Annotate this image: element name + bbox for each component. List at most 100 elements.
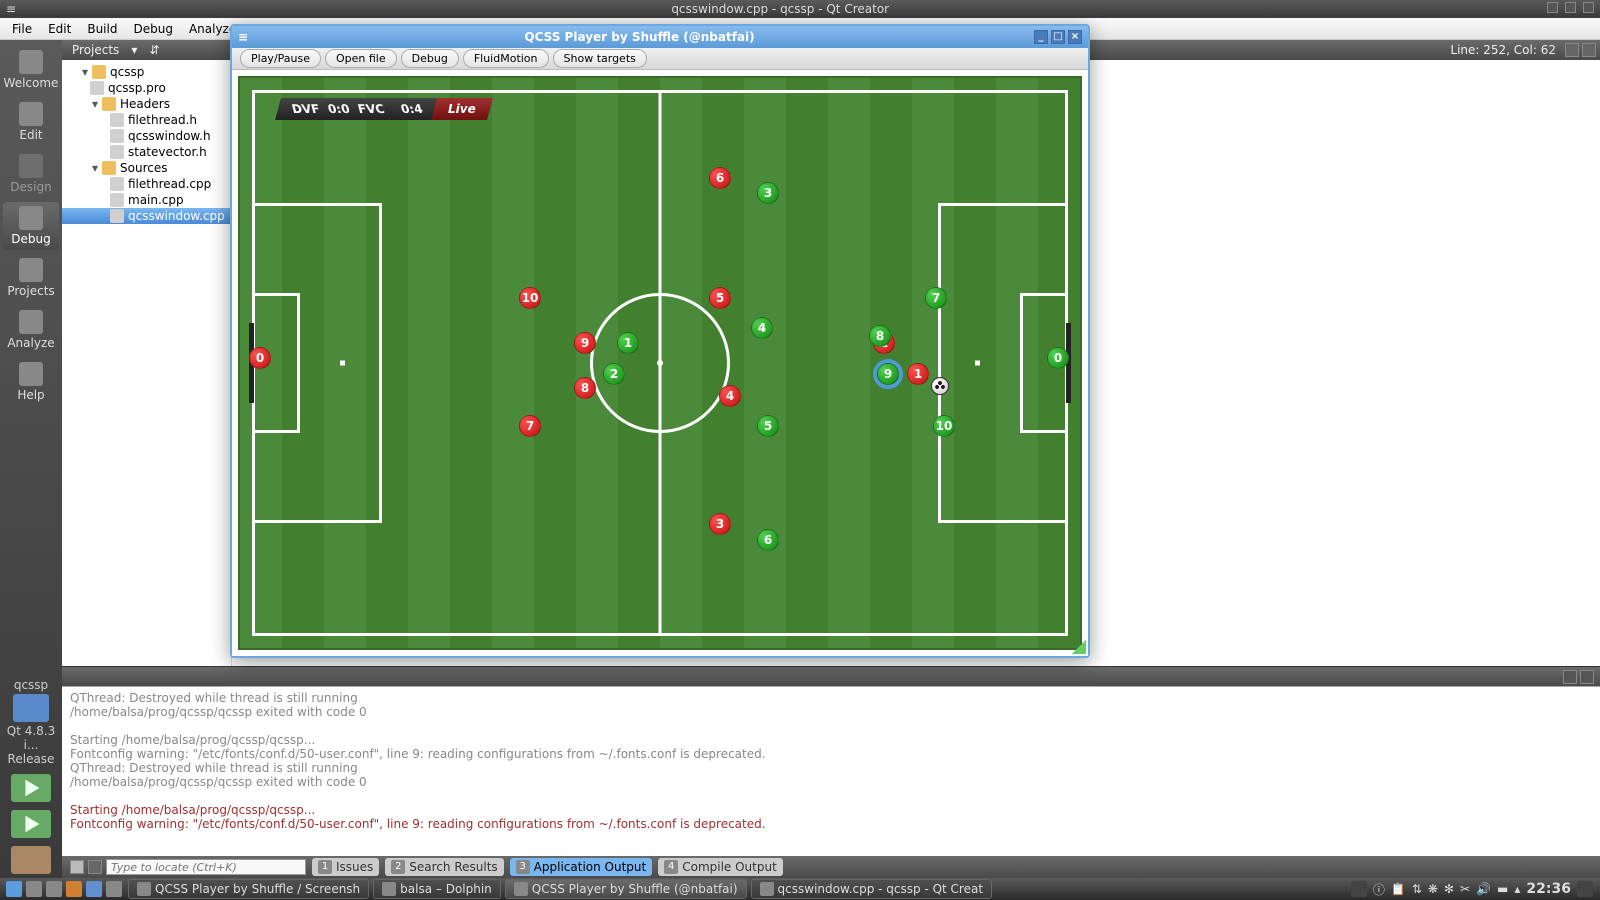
mode-edit[interactable]: Edit (3, 98, 59, 146)
output-pane-header (62, 666, 1600, 686)
scoreboard: DVF 0:0 FVC 0:4 Live (278, 96, 490, 122)
open-file-button[interactable]: Open file (325, 49, 397, 68)
tray-expand-icon[interactable]: ▴ (1514, 882, 1520, 896)
tree-node[interactable]: filethread.h (62, 112, 231, 128)
klipper-icon[interactable]: 📋 (1391, 882, 1406, 896)
locator-input[interactable] (106, 859, 306, 875)
player-maximize-button[interactable]: □ (1051, 30, 1065, 44)
tree-node[interactable]: filethread.cpp (62, 176, 231, 192)
player-red: 7 (519, 415, 541, 437)
mode-welcome[interactable]: Welcome (3, 46, 59, 94)
tree-node[interactable]: ▾Headers (62, 96, 231, 112)
taskbar-entry[interactable]: QCSS Player by Shuffle / Screensh (128, 879, 369, 899)
player-red: 5 (709, 287, 731, 309)
projects-combo[interactable]: Projects (66, 43, 125, 57)
resize-grip[interactable] (1072, 640, 1086, 654)
menu-debug[interactable]: Debug (125, 19, 180, 39)
output-line: QThread: Destroyed while thread is still… (70, 691, 1592, 705)
build-button[interactable] (11, 846, 51, 874)
task-icon (382, 882, 396, 896)
output-min-icon[interactable] (1563, 670, 1577, 684)
player-app-icon: ≡ (238, 30, 248, 44)
run-button[interactable] (11, 774, 51, 802)
maximize-button[interactable] (1565, 2, 1576, 13)
help-icon (19, 362, 43, 386)
target-selector[interactable]: qcssp Qt 4.8.3 i... Release (0, 674, 62, 770)
global-window-title: qcsswindow.cpp - qcssp - Qt Creator (16, 2, 1544, 16)
player-close-button[interactable]: × (1068, 30, 1082, 44)
player-red: 0 (249, 347, 271, 369)
terminal-icon[interactable] (106, 881, 122, 897)
player-red: 8 (574, 377, 596, 399)
tree-node[interactable]: ▾qcssp (62, 64, 231, 80)
task-icon (514, 882, 528, 896)
debug-run-button[interactable] (11, 810, 51, 838)
mode-help[interactable]: Help (3, 358, 59, 406)
project-tree[interactable]: ▾qcsspqcssp.pro▾Headersfilethread.hqcssw… (62, 60, 232, 666)
player-red: 4 (719, 385, 741, 407)
tab-app-output[interactable]: 3Application Output (510, 858, 653, 876)
menu-file[interactable]: File (4, 19, 40, 39)
debug-icon (19, 206, 43, 230)
output-line (70, 789, 1592, 803)
tab-issues[interactable]: 1Issues (312, 858, 379, 876)
player-titlebar[interactable]: ≡ QCSS Player by Shuffle (@nbatfai) _ □ … (232, 26, 1088, 48)
clock[interactable]: 22:36 (1526, 881, 1571, 897)
show-desktop-icon[interactable] (1577, 881, 1593, 897)
output-close-icon[interactable] (1580, 670, 1594, 684)
tab-compile-output[interactable]: 4Compile Output (658, 858, 783, 876)
close-button[interactable] (1583, 2, 1594, 13)
folder-icon (92, 65, 106, 79)
player-red: 9 (574, 332, 596, 354)
tab-search-results[interactable]: 2Search Results (385, 858, 503, 876)
pager-icon[interactable] (46, 881, 62, 897)
show-targets-button[interactable]: Show targets (553, 49, 647, 68)
menu-build[interactable]: Build (79, 19, 125, 39)
stop-icon[interactable] (70, 860, 84, 874)
fluidmotion-button[interactable]: FluidMotion (463, 49, 549, 68)
tree-node[interactable]: qcsswindow.h (62, 128, 231, 144)
debug-button[interactable]: Debug (401, 49, 459, 68)
tree-node[interactable]: ▾Sources (62, 160, 231, 176)
minimize-button[interactable] (1547, 2, 1558, 13)
dolphin-icon[interactable] (66, 881, 82, 897)
info-icon[interactable]: ⓘ (1373, 881, 1385, 898)
locator-bar: 1Issues 2Search Results 3Application Out… (62, 856, 1600, 878)
dropdown-icon[interactable]: ▾ (125, 43, 143, 57)
play-pause-button[interactable]: Play/Pause (240, 49, 321, 68)
battery-icon[interactable]: ▬ (1497, 882, 1508, 896)
tray-icon[interactable] (1351, 881, 1367, 897)
mode-debug[interactable]: Debug (3, 202, 59, 250)
tree-node[interactable]: statevector.h (62, 144, 231, 160)
file-icon (110, 129, 124, 143)
split-button[interactable] (1565, 43, 1579, 57)
application-output[interactable]: QThread: Destroyed while thread is still… (62, 686, 1600, 856)
tree-node[interactable]: main.cpp (62, 192, 231, 208)
taskbar-entry[interactable]: qcsswindow.cpp - qcssp - Qt Creat (751, 879, 993, 899)
menu-edit[interactable]: Edit (40, 19, 79, 39)
taskbar-entry[interactable]: balsa – Dolphin (373, 879, 501, 899)
file-icon (110, 113, 124, 127)
taskbar-entry[interactable]: QCSS Player by Shuffle (@nbatfai) (505, 879, 747, 899)
updates-icon[interactable]: ❋ (1428, 882, 1438, 896)
tree-node[interactable]: qcssp.pro (62, 80, 231, 96)
browser-icon[interactable] (86, 881, 102, 897)
mode-analyze[interactable]: Analyze (3, 306, 59, 354)
volume-icon[interactable]: 🔊 (1476, 882, 1491, 896)
kickoff-icon[interactable] (6, 881, 22, 897)
player-minimize-button[interactable]: _ (1034, 30, 1048, 44)
filter-icon[interactable]: ⇵ (143, 43, 165, 57)
scissors-icon[interactable]: ✂ (1460, 882, 1470, 896)
qcss-player-window[interactable]: ≡ QCSS Player by Shuffle (@nbatfai) _ □ … (230, 24, 1090, 658)
network-icon[interactable]: ⇅ (1412, 882, 1422, 896)
activities-icon[interactable] (26, 881, 42, 897)
app-menu-icon[interactable]: ≡ (6, 2, 16, 16)
player-green: 3 (757, 182, 779, 204)
output-line: Fontconfig warning: "/etc/fonts/conf.d/5… (70, 817, 1592, 831)
tree-node[interactable]: qcsswindow.cpp (62, 208, 231, 224)
close-editor-button[interactable] (1582, 43, 1596, 57)
search-icon (88, 860, 102, 874)
monitor-icon (13, 694, 49, 722)
mode-projects[interactable]: Projects (3, 254, 59, 302)
bluetooth-icon[interactable]: ✻ (1444, 882, 1454, 896)
